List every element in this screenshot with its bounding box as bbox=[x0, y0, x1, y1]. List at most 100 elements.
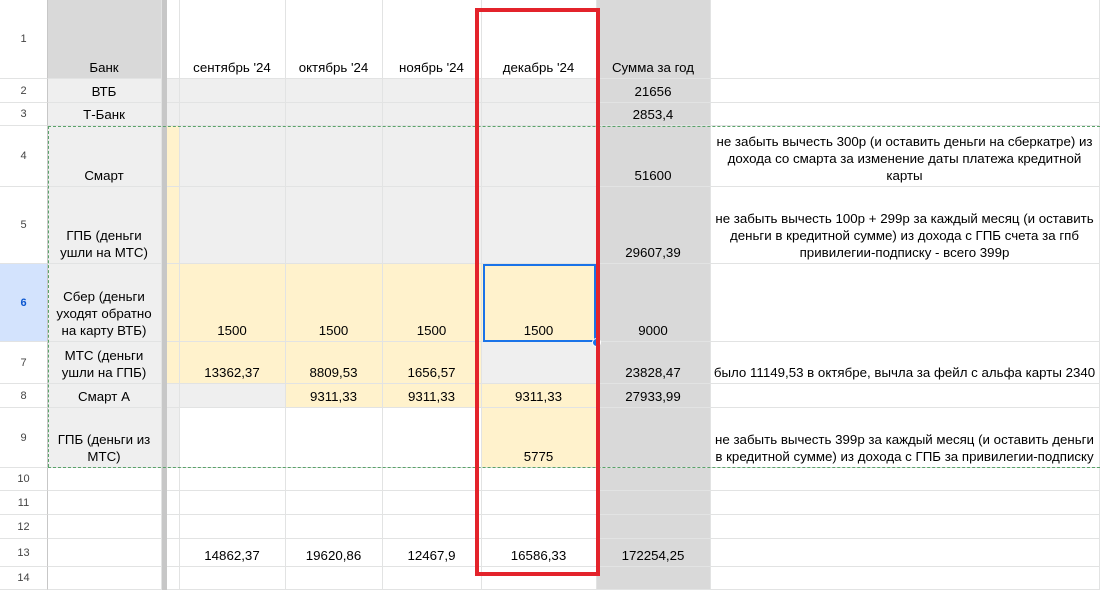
cell-sum[interactable]: 2853,4 bbox=[597, 103, 711, 126]
cell-sum[interactable] bbox=[597, 567, 711, 590]
cell-note[interactable] bbox=[711, 515, 1100, 539]
cell-sep[interactable] bbox=[180, 515, 286, 539]
cell-gap[interactable] bbox=[167, 567, 180, 590]
cell-nov[interactable] bbox=[383, 79, 482, 103]
cell-bank[interactable]: МТС (деньги ушли на ГПБ) bbox=[48, 342, 162, 384]
cell-nov[interactable] bbox=[383, 567, 482, 590]
cell-sep[interactable]: сентябрь '24 bbox=[180, 0, 286, 79]
cell-bank[interactable]: Сбер (деньги уходят обратно на карту ВТБ… bbox=[48, 264, 162, 342]
cell-oct[interactable]: 8809,53 bbox=[286, 342, 383, 384]
cell-sum[interactable] bbox=[597, 491, 711, 515]
cell-bank[interactable]: ГПБ (деньги из МТС) bbox=[48, 408, 162, 468]
row-header[interactable]: 8 bbox=[0, 384, 48, 408]
cell-sum[interactable]: 172254,25 bbox=[597, 539, 711, 567]
cell-sum[interactable]: 9000 bbox=[597, 264, 711, 342]
cell-gap[interactable] bbox=[167, 384, 180, 408]
cell-note[interactable] bbox=[711, 384, 1100, 408]
cell-sum[interactable]: 29607,39 bbox=[597, 187, 711, 264]
cell-gap[interactable] bbox=[167, 539, 180, 567]
cell-bank[interactable] bbox=[48, 468, 162, 491]
cell-nov[interactable]: 9311,33 bbox=[383, 384, 482, 408]
cell-sep[interactable] bbox=[180, 567, 286, 590]
cell-note[interactable] bbox=[711, 264, 1100, 342]
cell-nov[interactable] bbox=[383, 126, 482, 187]
cell-note[interactable]: было 11149,53 в октябре, вычла за фейл с… bbox=[711, 342, 1100, 384]
cell-sum[interactable]: 21656 bbox=[597, 79, 711, 103]
row-header[interactable]: 7 bbox=[0, 342, 48, 384]
cell-oct[interactable] bbox=[286, 515, 383, 539]
cell-nov[interactable] bbox=[383, 491, 482, 515]
cell-bank[interactable]: Смарт А bbox=[48, 384, 162, 408]
cell-oct[interactable]: 9311,33 bbox=[286, 384, 383, 408]
cell-note[interactable] bbox=[711, 103, 1100, 126]
cell-note[interactable] bbox=[711, 491, 1100, 515]
cell-sum[interactable]: 23828,47 bbox=[597, 342, 711, 384]
cell-bank[interactable]: Т-Банк bbox=[48, 103, 162, 126]
cell-sep[interactable] bbox=[180, 126, 286, 187]
cell-note[interactable] bbox=[711, 0, 1100, 79]
cell-nov[interactable] bbox=[383, 408, 482, 468]
cell-sum[interactable] bbox=[597, 408, 711, 468]
cell-gap[interactable] bbox=[167, 0, 180, 79]
cell-gap[interactable] bbox=[167, 79, 180, 103]
cell-bank[interactable]: Банк bbox=[48, 0, 162, 79]
cell-bank[interactable] bbox=[48, 491, 162, 515]
row-header[interactable]: 3 bbox=[0, 103, 48, 126]
cell-oct[interactable] bbox=[286, 567, 383, 590]
row-header[interactable]: 1 bbox=[0, 0, 48, 79]
cell-note[interactable]: не забыть вычесть 399р за каждый месяц (… bbox=[711, 408, 1100, 468]
cell-gap[interactable] bbox=[167, 468, 180, 491]
cell-oct[interactable]: октябрь '24 bbox=[286, 0, 383, 79]
cell-gap[interactable] bbox=[167, 187, 180, 264]
cell-sum[interactable]: 51600 bbox=[597, 126, 711, 187]
cell-oct[interactable] bbox=[286, 468, 383, 491]
cell-sep[interactable]: 13362,37 bbox=[180, 342, 286, 384]
cell-gap[interactable] bbox=[167, 491, 180, 515]
row-header[interactable]: 12 bbox=[0, 515, 48, 539]
cell-sep[interactable] bbox=[180, 491, 286, 515]
cell-sep[interactable] bbox=[180, 384, 286, 408]
row-header[interactable]: 10 bbox=[0, 468, 48, 491]
cell-nov[interactable]: 12467,9 bbox=[383, 539, 482, 567]
cell-bank[interactable] bbox=[48, 515, 162, 539]
cell-oct[interactable] bbox=[286, 187, 383, 264]
cell-oct[interactable]: 19620,86 bbox=[286, 539, 383, 567]
row-header[interactable]: 6 bbox=[0, 264, 48, 342]
cell-oct[interactable] bbox=[286, 103, 383, 126]
cell-bank[interactable] bbox=[48, 567, 162, 590]
cell-nov[interactable] bbox=[383, 515, 482, 539]
cell-nov[interactable] bbox=[383, 103, 482, 126]
row-header[interactable]: 9 bbox=[0, 408, 48, 468]
cell-gap[interactable] bbox=[167, 342, 180, 384]
cell-gap[interactable] bbox=[167, 515, 180, 539]
cell-sum[interactable] bbox=[597, 515, 711, 539]
cell-bank[interactable]: ГПБ (деньги ушли на МТС) bbox=[48, 187, 162, 264]
cell-bank[interactable]: ВТБ bbox=[48, 79, 162, 103]
cell-oct[interactable] bbox=[286, 408, 383, 468]
row-header[interactable]: 13 bbox=[0, 539, 48, 567]
cell-note[interactable] bbox=[711, 79, 1100, 103]
cell-sum[interactable]: 27933,99 bbox=[597, 384, 711, 408]
cell-gap[interactable] bbox=[167, 408, 180, 468]
cell-note[interactable]: не забыть вычесть 300р (и оставить деньг… bbox=[711, 126, 1100, 187]
cell-sep[interactable] bbox=[180, 103, 286, 126]
cell-sep[interactable] bbox=[180, 408, 286, 468]
cell-gap[interactable] bbox=[167, 264, 180, 342]
cell-gap[interactable] bbox=[167, 103, 180, 126]
cell-nov[interactable] bbox=[383, 187, 482, 264]
cell-note[interactable] bbox=[711, 539, 1100, 567]
cell-bank[interactable] bbox=[48, 539, 162, 567]
cell-note[interactable]: не забыть вычесть 100р + 299р за каждый … bbox=[711, 187, 1100, 264]
cell-oct[interactable]: 1500 bbox=[286, 264, 383, 342]
row-header[interactable]: 2 bbox=[0, 79, 48, 103]
cell-gap[interactable] bbox=[167, 126, 180, 187]
cell-sep[interactable]: 14862,37 bbox=[180, 539, 286, 567]
row-header[interactable]: 11 bbox=[0, 491, 48, 515]
cell-nov[interactable]: ноябрь '24 bbox=[383, 0, 482, 79]
cell-sep[interactable] bbox=[180, 187, 286, 264]
cell-oct[interactable] bbox=[286, 126, 383, 187]
row-header[interactable]: 5 bbox=[0, 187, 48, 264]
cell-bank[interactable]: Смарт bbox=[48, 126, 162, 187]
cell-nov[interactable] bbox=[383, 468, 482, 491]
cell-nov[interactable]: 1656,57 bbox=[383, 342, 482, 384]
